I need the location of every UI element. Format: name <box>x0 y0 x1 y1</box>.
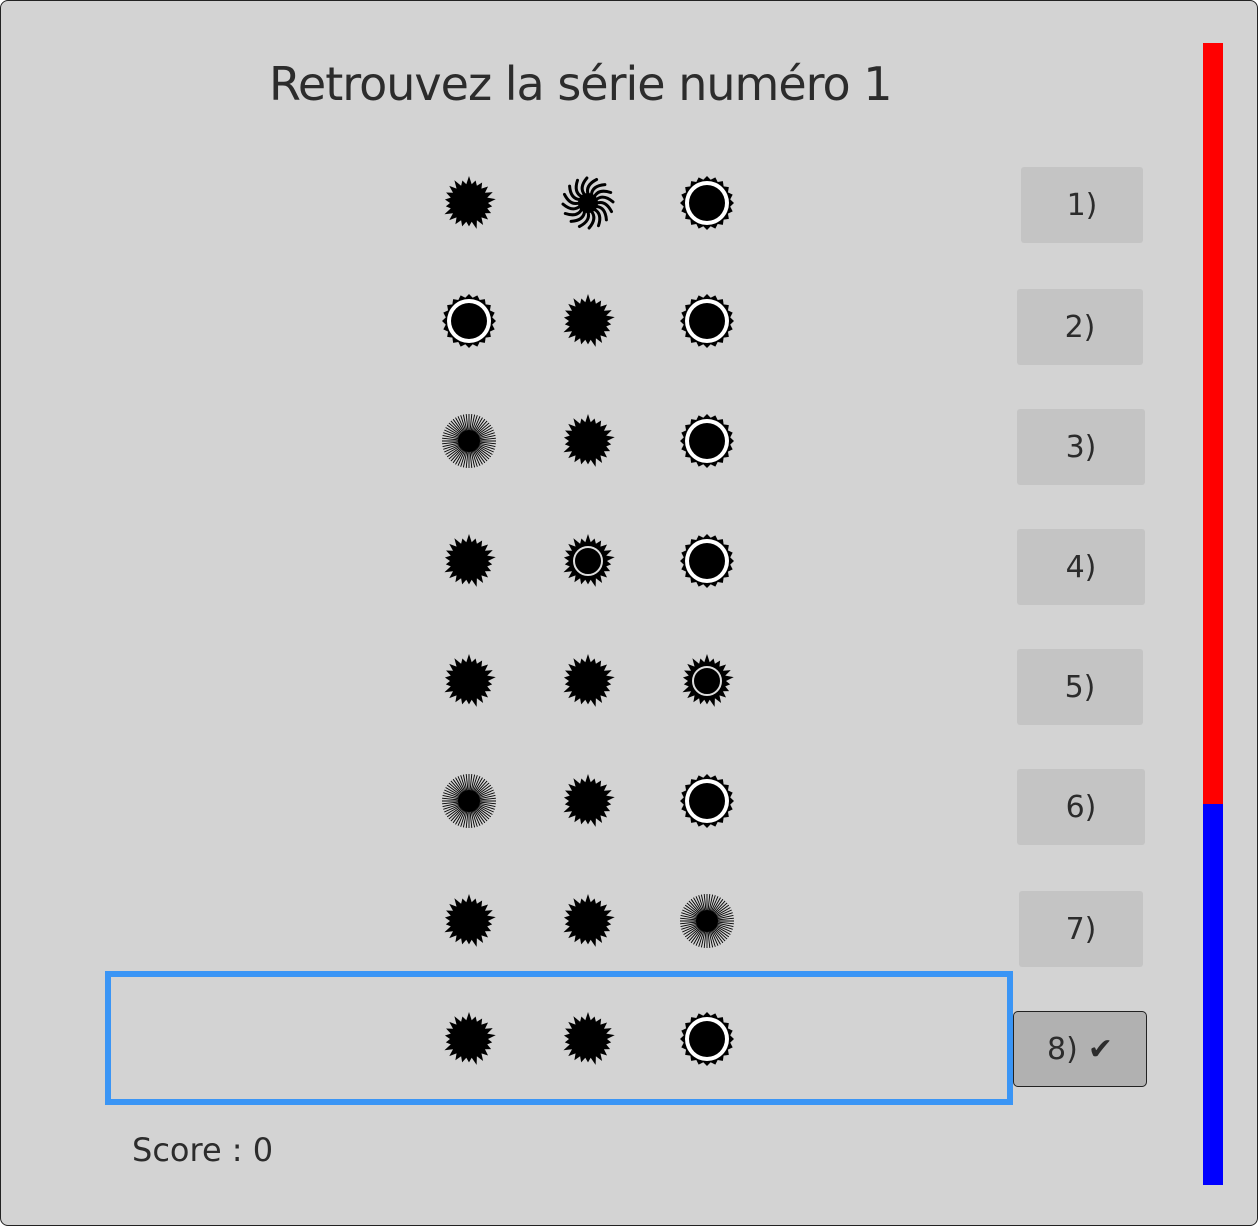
spiky-sun-icon <box>439 173 499 233</box>
spiky-sun-icon <box>558 291 618 351</box>
option-button[interactable]: 3) <box>1017 409 1145 485</box>
option-button[interactable]: 2) <box>1017 289 1143 365</box>
symbol-row <box>1 531 1001 651</box>
option-label: 4) <box>1065 549 1097 585</box>
spiky-sun-icon <box>558 771 618 831</box>
spiky-ring-sun-icon <box>558 531 618 591</box>
selected-row-highlight <box>105 971 1013 1105</box>
option-label: 5) <box>1064 669 1096 705</box>
option-button[interactable]: 8) ✔ <box>1013 1011 1147 1087</box>
symbol-row <box>1 411 1001 531</box>
score-label: Score : 0 <box>132 1131 274 1169</box>
symbol-row <box>1 651 1001 771</box>
option-label: 7) <box>1065 911 1097 947</box>
rayed-sun-icon <box>439 411 499 471</box>
spiky-sun-icon <box>439 651 499 711</box>
spiky-sun-icon <box>558 411 618 471</box>
option-label: 1) <box>1066 187 1098 223</box>
page-title: Retrouvez la série numéro 1 <box>269 57 893 111</box>
option-label: 2) <box>1064 309 1096 345</box>
rayed-sun-icon <box>677 891 737 951</box>
timer-bar <box>1203 43 1223 1185</box>
option-button[interactable]: 5) <box>1017 649 1143 725</box>
symbol-row <box>1 291 1001 411</box>
spiky-ring-sun-icon <box>677 651 737 711</box>
ringed-sun-icon <box>677 411 737 471</box>
wavy-sun-icon <box>558 173 618 233</box>
option-label: 3) <box>1065 429 1097 465</box>
spiky-sun-icon <box>558 891 618 951</box>
ringed-sun-icon <box>439 291 499 351</box>
option-label: 8) <box>1047 1031 1078 1067</box>
checkmark-icon: ✔ <box>1087 1031 1113 1067</box>
option-label: 6) <box>1065 789 1097 825</box>
symbol-row <box>1 771 1001 891</box>
option-button[interactable]: 7) <box>1019 891 1143 967</box>
timer-elapsed-fill <box>1203 43 1223 804</box>
option-button[interactable]: 1) <box>1021 167 1143 243</box>
spiky-sun-icon <box>439 531 499 591</box>
game-panel: Retrouvez la série numéro 1 Score : 0 1)… <box>0 0 1258 1226</box>
spiky-sun-icon <box>439 891 499 951</box>
option-button[interactable]: 4) <box>1017 529 1145 605</box>
ringed-sun-icon <box>677 531 737 591</box>
spiky-sun-icon <box>558 651 618 711</box>
rayed-sun-icon <box>439 771 499 831</box>
symbol-row <box>1 173 1001 293</box>
option-button[interactable]: 6) <box>1017 769 1145 845</box>
ringed-sun-icon <box>677 291 737 351</box>
ringed-sun-icon <box>677 173 737 233</box>
ringed-sun-icon <box>677 771 737 831</box>
